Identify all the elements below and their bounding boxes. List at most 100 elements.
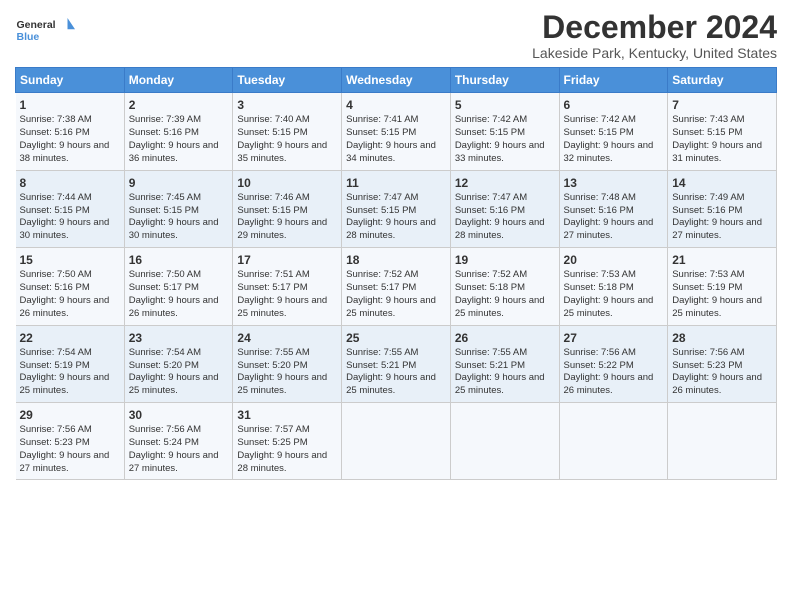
calendar-cell: 16Sunrise: 7:50 AMSunset: 5:17 PMDayligh… — [124, 248, 233, 325]
day-number: 16 — [129, 252, 229, 268]
sunrise-label: Sunrise: 7:52 AM — [346, 269, 418, 280]
calendar-cell: 29Sunrise: 7:56 AMSunset: 5:23 PMDayligh… — [16, 402, 125, 479]
sunset-label: Sunset: 5:17 PM — [237, 282, 307, 293]
calendar-cell: 24Sunrise: 7:55 AMSunset: 5:20 PMDayligh… — [233, 325, 342, 402]
sunset-label: Sunset: 5:22 PM — [564, 360, 634, 371]
daylight-label: Daylight: 9 hours and 25 minutes. — [346, 372, 436, 396]
col-monday: Monday — [124, 68, 233, 93]
calendar-cell: 11Sunrise: 7:47 AMSunset: 5:15 PMDayligh… — [342, 170, 451, 247]
calendar-cell: 27Sunrise: 7:56 AMSunset: 5:22 PMDayligh… — [559, 325, 668, 402]
daylight-label: Daylight: 9 hours and 36 minutes. — [129, 140, 219, 164]
calendar-week-row: 29Sunrise: 7:56 AMSunset: 5:23 PMDayligh… — [16, 402, 777, 479]
sunset-label: Sunset: 5:21 PM — [455, 360, 525, 371]
sunset-label: Sunset: 5:16 PM — [20, 127, 90, 138]
svg-text:General: General — [17, 19, 56, 31]
sunset-label: Sunset: 5:23 PM — [672, 360, 742, 371]
daylight-label: Daylight: 9 hours and 25 minutes. — [346, 295, 436, 319]
calendar-cell: 5Sunrise: 7:42 AMSunset: 5:15 PMDaylight… — [450, 93, 559, 170]
calendar-cell: 2Sunrise: 7:39 AMSunset: 5:16 PMDaylight… — [124, 93, 233, 170]
daylight-label: Daylight: 9 hours and 27 minutes. — [564, 217, 654, 241]
day-number: 17 — [237, 252, 337, 268]
sunrise-label: Sunrise: 7:50 AM — [20, 269, 92, 280]
day-number: 2 — [129, 97, 229, 113]
sunset-label: Sunset: 5:18 PM — [564, 282, 634, 293]
day-number: 8 — [20, 175, 120, 191]
daylight-label: Daylight: 9 hours and 25 minutes. — [455, 295, 545, 319]
sunrise-label: Sunrise: 7:47 AM — [346, 192, 418, 203]
calendar-cell: 3Sunrise: 7:40 AMSunset: 5:15 PMDaylight… — [233, 93, 342, 170]
sunrise-label: Sunrise: 7:54 AM — [129, 347, 201, 358]
day-number: 5 — [455, 97, 555, 113]
calendar-week-row: 8Sunrise: 7:44 AM Sunset: 5:15 PM Daylight… — [16, 170, 777, 247]
calendar-cell: 15Sunrise: 7:50 AMSunset: 5:16 PMDayligh… — [16, 248, 125, 325]
day-number: 21 — [672, 252, 772, 268]
sunrise-label: Sunrise: 7:51 AM — [237, 269, 309, 280]
sunrise-label: Sunrise: 7:46 AM — [237, 192, 309, 203]
day-number: 22 — [20, 330, 120, 346]
calendar-cell: 8Sunrise: 7:44 AMSunset: 5:15 PMDaylight… — [16, 170, 125, 247]
sunrise-label: Sunrise: 7:56 AM — [129, 424, 201, 435]
sunset-label: Sunset: 5:15 PM — [564, 127, 634, 138]
day-number: 7 — [672, 97, 772, 113]
calendar-week-row: 15Sunrise: 7:50 AMSunset: 5:16 PMDayligh… — [16, 248, 777, 325]
sunset-label: Sunset: 5:16 PM — [455, 205, 525, 216]
calendar-cell: 4Sunrise: 7:41 AMSunset: 5:15 PMDaylight… — [342, 93, 451, 170]
calendar-cell: 19Sunrise: 7:52 AMSunset: 5:18 PMDayligh… — [450, 248, 559, 325]
subtitle: Lakeside Park, Kentucky, United States — [532, 45, 777, 61]
col-friday: Friday — [559, 68, 668, 93]
day-number: 24 — [237, 330, 337, 346]
logo: General Blue — [15, 10, 75, 50]
day-number: 12 — [455, 175, 555, 191]
logo-svg: General Blue — [15, 10, 75, 50]
daylight-label: Daylight: 9 hours and 25 minutes. — [672, 295, 762, 319]
sunset-label: Sunset: 5:17 PM — [129, 282, 199, 293]
day-number: 25 — [346, 330, 446, 346]
sunset-label: Sunset: 5:15 PM — [237, 127, 307, 138]
col-sunday: Sunday — [16, 68, 125, 93]
daylight-label: Daylight: 9 hours and 30 minutes. — [129, 217, 219, 241]
day-number: 31 — [237, 407, 337, 423]
col-saturday: Saturday — [668, 68, 777, 93]
sunrise-label: Sunrise: 7:47 AM — [455, 192, 527, 203]
sunset-label: Sunset: 5:15 PM — [346, 205, 416, 216]
calendar-cell: 25Sunrise: 7:55 AMSunset: 5:21 PMDayligh… — [342, 325, 451, 402]
daylight-label: Daylight: 9 hours and 26 minutes. — [672, 372, 762, 396]
sunrise-label: Sunrise: 7:56 AM — [672, 347, 744, 358]
sunrise-label: Sunrise: 7:56 AM — [564, 347, 636, 358]
sunrise-label: Sunrise: 7:43 AM — [672, 114, 744, 125]
sunrise-label: Sunrise: 7:41 AM — [346, 114, 418, 125]
day-number: 11 — [346, 175, 446, 191]
svg-text:Blue: Blue — [17, 31, 40, 43]
daylight-label: Daylight: 9 hours and 25 minutes. — [237, 372, 327, 396]
calendar-cell: 18Sunrise: 7:52 AMSunset: 5:17 PMDayligh… — [342, 248, 451, 325]
sunset-label: Sunset: 5:24 PM — [129, 437, 199, 448]
daylight-label: Daylight: 9 hours and 26 minutes. — [20, 295, 110, 319]
calendar-body: 1Sunrise: 7:38 AMSunset: 5:16 PMDaylight… — [16, 93, 777, 480]
calendar-page: General Blue December 2024 Lakeside Park… — [0, 0, 792, 612]
daylight-label: Daylight: 9 hours and 28 minutes. — [237, 450, 327, 474]
day-number: 23 — [129, 330, 229, 346]
calendar-cell — [450, 402, 559, 479]
calendar-cell: 9Sunrise: 7:45 AMSunset: 5:15 PMDaylight… — [124, 170, 233, 247]
daylight-label: Daylight: 9 hours and 27 minutes. — [20, 450, 110, 474]
day-number: 10 — [237, 175, 337, 191]
day-number: 1 — [20, 97, 120, 113]
calendar-cell: 10Sunrise: 7:46 AMSunset: 5:15 PMDayligh… — [233, 170, 342, 247]
day-number: 18 — [346, 252, 446, 268]
calendar-cell: 23Sunrise: 7:54 AMSunset: 5:20 PMDayligh… — [124, 325, 233, 402]
sunrise-label: Sunrise: 7:44 AM — [20, 192, 92, 203]
day-number: 15 — [20, 252, 120, 268]
calendar-cell: 13Sunrise: 7:48 AMSunset: 5:16 PMDayligh… — [559, 170, 668, 247]
calendar-cell: 22Sunrise: 7:54 AMSunset: 5:19 PMDayligh… — [16, 325, 125, 402]
sunset-label: Sunset: 5:15 PM — [237, 205, 307, 216]
calendar-week-row: 22Sunrise: 7:54 AMSunset: 5:19 PMDayligh… — [16, 325, 777, 402]
calendar-table: Sunday Monday Tuesday Wednesday Thursday… — [15, 67, 777, 480]
calendar-cell: 6Sunrise: 7:42 AMSunset: 5:15 PMDaylight… — [559, 93, 668, 170]
sunrise-label: Sunrise: 7:55 AM — [346, 347, 418, 358]
calendar-cell: 28Sunrise: 7:56 AMSunset: 5:23 PMDayligh… — [668, 325, 777, 402]
sunrise-label: Sunrise: 7:50 AM — [129, 269, 201, 280]
sunrise-label: Sunrise: 7:40 AM — [237, 114, 309, 125]
sunset-label: Sunset: 5:20 PM — [237, 360, 307, 371]
sunset-label: Sunset: 5:18 PM — [455, 282, 525, 293]
calendar-cell — [342, 402, 451, 479]
